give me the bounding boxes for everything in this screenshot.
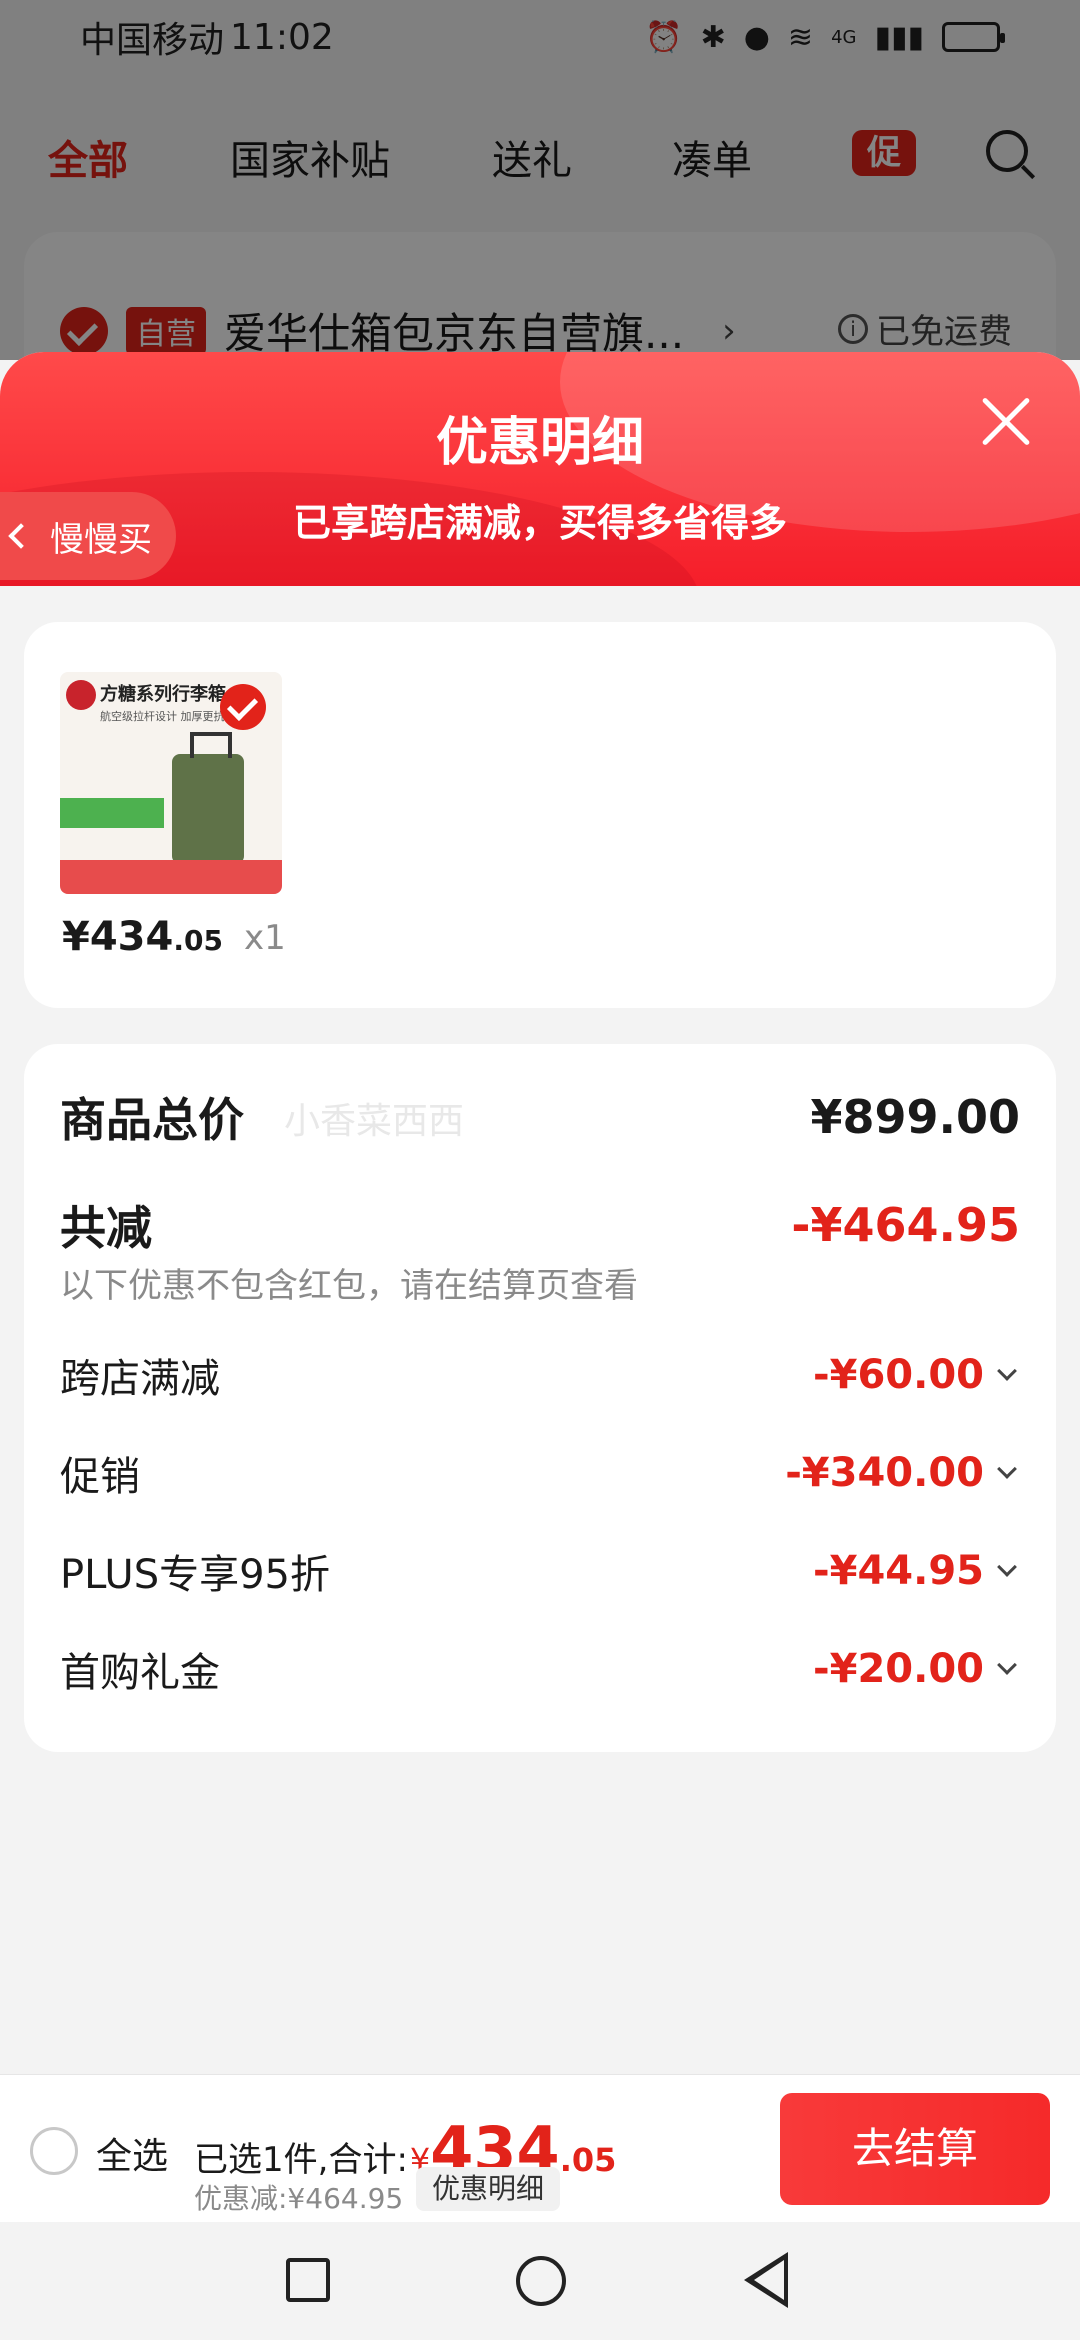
discount-row-cross-store[interactable]: 跨店满减 -¥60.00 — [60, 1346, 1020, 1404]
discount-detail-sheet: 优惠明细 已享跨店满减，买得多省得多 方糖系列行李箱 航空级拉杆设计 加厚更抗压… — [0, 352, 1080, 2340]
discount-row-promotion[interactable]: 促销 -¥340.00 — [60, 1444, 1020, 1502]
recents-icon[interactable] — [286, 2258, 330, 2302]
background-page: 中国移动 11:02 ⏰ ✱ ● ≋ 4G ▮▮▮ 全部 国家补贴 送礼 凑单 … — [0, 0, 1080, 392]
product-image-subtitle: 航空级拉杆设计 加厚更抗压 — [100, 710, 236, 723]
chevron-down-icon — [997, 1655, 1017, 1675]
chevron-down-icon — [997, 1557, 1017, 1577]
checkout-bar: 全选 已选1件,合计: ¥ 434 .05 优惠减:¥464.95 优惠明细 去… — [0, 2074, 1080, 2222]
overlay-dim[interactable] — [0, 0, 1080, 360]
home-icon[interactable] — [516, 2256, 566, 2306]
slow-buy-button[interactable]: 慢慢买 — [0, 492, 176, 580]
price-detail-card: 小香菜西西 商品总价 ¥899.00 共减 -¥464.95 以下优惠不包含红包… — [24, 1044, 1056, 1752]
chevron-left-icon — [8, 523, 34, 549]
product-quantity: x1 — [244, 918, 286, 958]
discount-row-first-purchase[interactable]: 首购礼金 -¥20.00 — [60, 1640, 1020, 1698]
total-price-row: 商品总价 ¥899.00 — [60, 1084, 1020, 1150]
sheet-title: 优惠明细 — [435, 413, 644, 473]
total-price-amount: ¥899.00 — [810, 1090, 1020, 1144]
reduction-note: 以下优惠不包含红包，请在结算页查看 — [60, 1266, 638, 1306]
checkout-button[interactable]: 去结算 — [780, 2093, 1050, 2205]
back-icon[interactable] — [744, 2252, 788, 2308]
total-reduction-amount: -¥464.95 — [791, 1198, 1020, 1252]
select-all-radio[interactable] — [30, 2127, 78, 2175]
total-reduction-row: 共减 -¥464.95 — [60, 1192, 1020, 1258]
chevron-down-icon — [997, 1459, 1017, 1479]
select-all-label[interactable]: 全选 — [96, 2127, 168, 2179]
suitcase-illustration — [172, 732, 244, 864]
chevron-down-icon — [997, 1361, 1017, 1381]
close-icon[interactable] — [976, 392, 1036, 452]
discount-summary: 优惠减:¥464.95 — [194, 2182, 404, 2215]
product-price: ¥434.05 — [62, 914, 223, 960]
system-nav-bar — [0, 2222, 1080, 2340]
total-price-label: 商品总价 — [60, 1093, 244, 1147]
product-image-title: 方糖系列行李箱 — [100, 684, 226, 705]
total-reduction-label: 共减 — [60, 1201, 152, 1255]
product-image[interactable]: 方糖系列行李箱 航空级拉杆设计 加厚更抗压 — [60, 672, 282, 894]
brand-logo — [66, 680, 96, 710]
product-card: 方糖系列行李箱 航空级拉杆设计 加厚更抗压 ¥434.05 x1 — [24, 622, 1056, 1008]
selected-check-icon[interactable] — [220, 684, 266, 730]
discount-detail-button[interactable]: 优惠明细 — [416, 2167, 561, 2211]
discount-row-plus[interactable]: PLUS专享95折 -¥44.95 — [60, 1542, 1020, 1600]
